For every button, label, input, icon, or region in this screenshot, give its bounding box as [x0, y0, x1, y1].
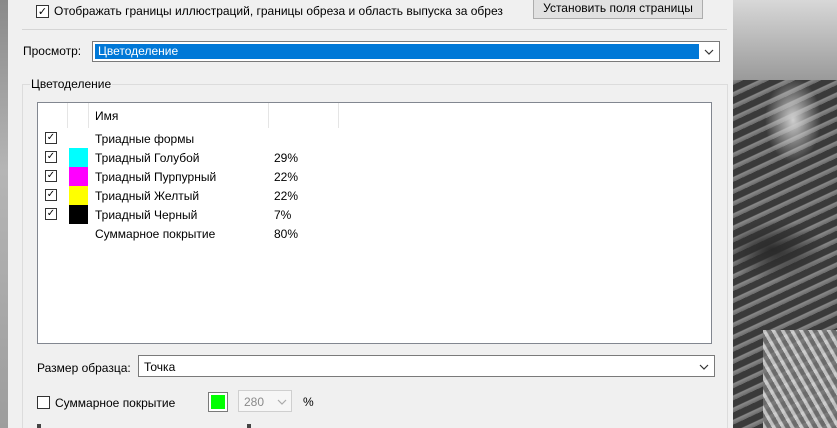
header-divider	[88, 103, 89, 128]
coverage-unit: %	[303, 395, 314, 409]
chevron-down-icon	[699, 364, 709, 370]
show-bounds-option[interactable]: ✓ Отображать границы иллюстраций, границ…	[36, 0, 503, 22]
coverage-color-fill	[211, 395, 225, 409]
separation-percent: 22%	[274, 189, 299, 203]
list-item[interactable]: ✓ Триадный Голубой 29%	[38, 148, 711, 167]
separation-name: Триадный Черный	[95, 208, 198, 222]
background-photo	[733, 0, 837, 428]
row-checkbox[interactable]: ✓	[45, 189, 57, 201]
coverage-value: 280	[244, 395, 265, 409]
check-icon: ✓	[37, 4, 48, 18]
check-icon: ✓	[46, 208, 56, 219]
color-swatch	[69, 205, 88, 224]
row-checkbox[interactable]: ✓	[45, 170, 57, 182]
list-item[interactable]: ✓ Триадный Пурпурный 22%	[38, 167, 711, 186]
chevron-down-icon	[704, 49, 714, 55]
list-item[interactable]: ✓ Триадные формы	[38, 129, 711, 148]
total-coverage-checkbox[interactable]	[37, 396, 50, 409]
check-icon: ✓	[46, 189, 56, 200]
coverage-color-swatch[interactable]	[208, 392, 228, 412]
color-swatch	[69, 148, 88, 167]
separation-name: Триадный Голубой	[95, 151, 200, 165]
page-setup-button[interactable]: Установить поля страницы	[533, 0, 703, 19]
separation-percent: 22%	[274, 170, 299, 184]
separation-percent: 7%	[274, 208, 292, 222]
list-item[interactable]: Суммарное покрытие 80%	[38, 224, 711, 243]
chevron-down-icon	[277, 399, 287, 405]
coverage-value-combobox[interactable]: 280	[238, 390, 292, 412]
row-checkbox[interactable]: ✓	[45, 151, 57, 163]
header-divider	[268, 103, 269, 128]
separation-name: Триадный Желтый	[95, 189, 200, 203]
sample-size-label: Размер образца:	[37, 361, 131, 375]
divider	[22, 29, 727, 30]
separation-name: Суммарное покрытие	[95, 227, 216, 241]
separation-name: Триадный Пурпурный	[95, 170, 217, 184]
separations-list[interactable]: Имя ✓ Триадные формы ✓ Триадный Голубой …	[37, 102, 712, 344]
background-photo-sky	[733, 0, 837, 80]
view-dropdown[interactable]: Цветоделение	[92, 41, 720, 62]
list-header: Имя	[38, 103, 711, 128]
separations-group-label: Цветоделение	[30, 77, 113, 91]
header-divider	[67, 103, 68, 128]
check-icon: ✓	[46, 170, 56, 181]
background-photo-leaf	[763, 330, 837, 428]
list-item[interactable]: ✓ Триадный Черный 7%	[38, 205, 711, 224]
list-item[interactable]: ✓ Триадный Желтый 22%	[38, 186, 711, 205]
background-edge	[0, 0, 8, 428]
row-checkbox[interactable]: ✓	[45, 132, 57, 144]
check-icon: ✓	[46, 132, 56, 143]
check-icon: ✓	[46, 151, 56, 162]
column-header-name[interactable]: Имя	[95, 109, 118, 123]
view-selected-value: Цветоделение	[95, 44, 699, 59]
view-label: Просмотр:	[23, 44, 82, 58]
row-checkbox[interactable]: ✓	[45, 208, 57, 220]
color-swatch	[69, 186, 88, 205]
sample-size-dropdown[interactable]: Точка	[138, 355, 715, 377]
separation-percent: 29%	[274, 151, 299, 165]
output-preview-dialog: ✓ Отображать границы иллюстраций, границ…	[8, 0, 733, 428]
sample-size-value: Точка	[144, 360, 176, 374]
separation-name: Триадные формы	[95, 132, 195, 146]
separation-percent: 80%	[274, 227, 299, 241]
total-coverage-label: Суммарное покрытие	[55, 395, 176, 410]
separation-rows: ✓ Триадные формы ✓ Триадный Голубой 29% …	[38, 129, 711, 243]
clipped-next-row	[37, 424, 337, 428]
show-bounds-label: Отображать границы иллюстраций, границы …	[54, 4, 503, 18]
header-divider	[338, 103, 339, 128]
show-bounds-checkbox[interactable]: ✓	[36, 4, 49, 18]
color-swatch	[69, 167, 88, 186]
total-coverage-option[interactable]: Суммарное покрытие	[37, 395, 175, 410]
